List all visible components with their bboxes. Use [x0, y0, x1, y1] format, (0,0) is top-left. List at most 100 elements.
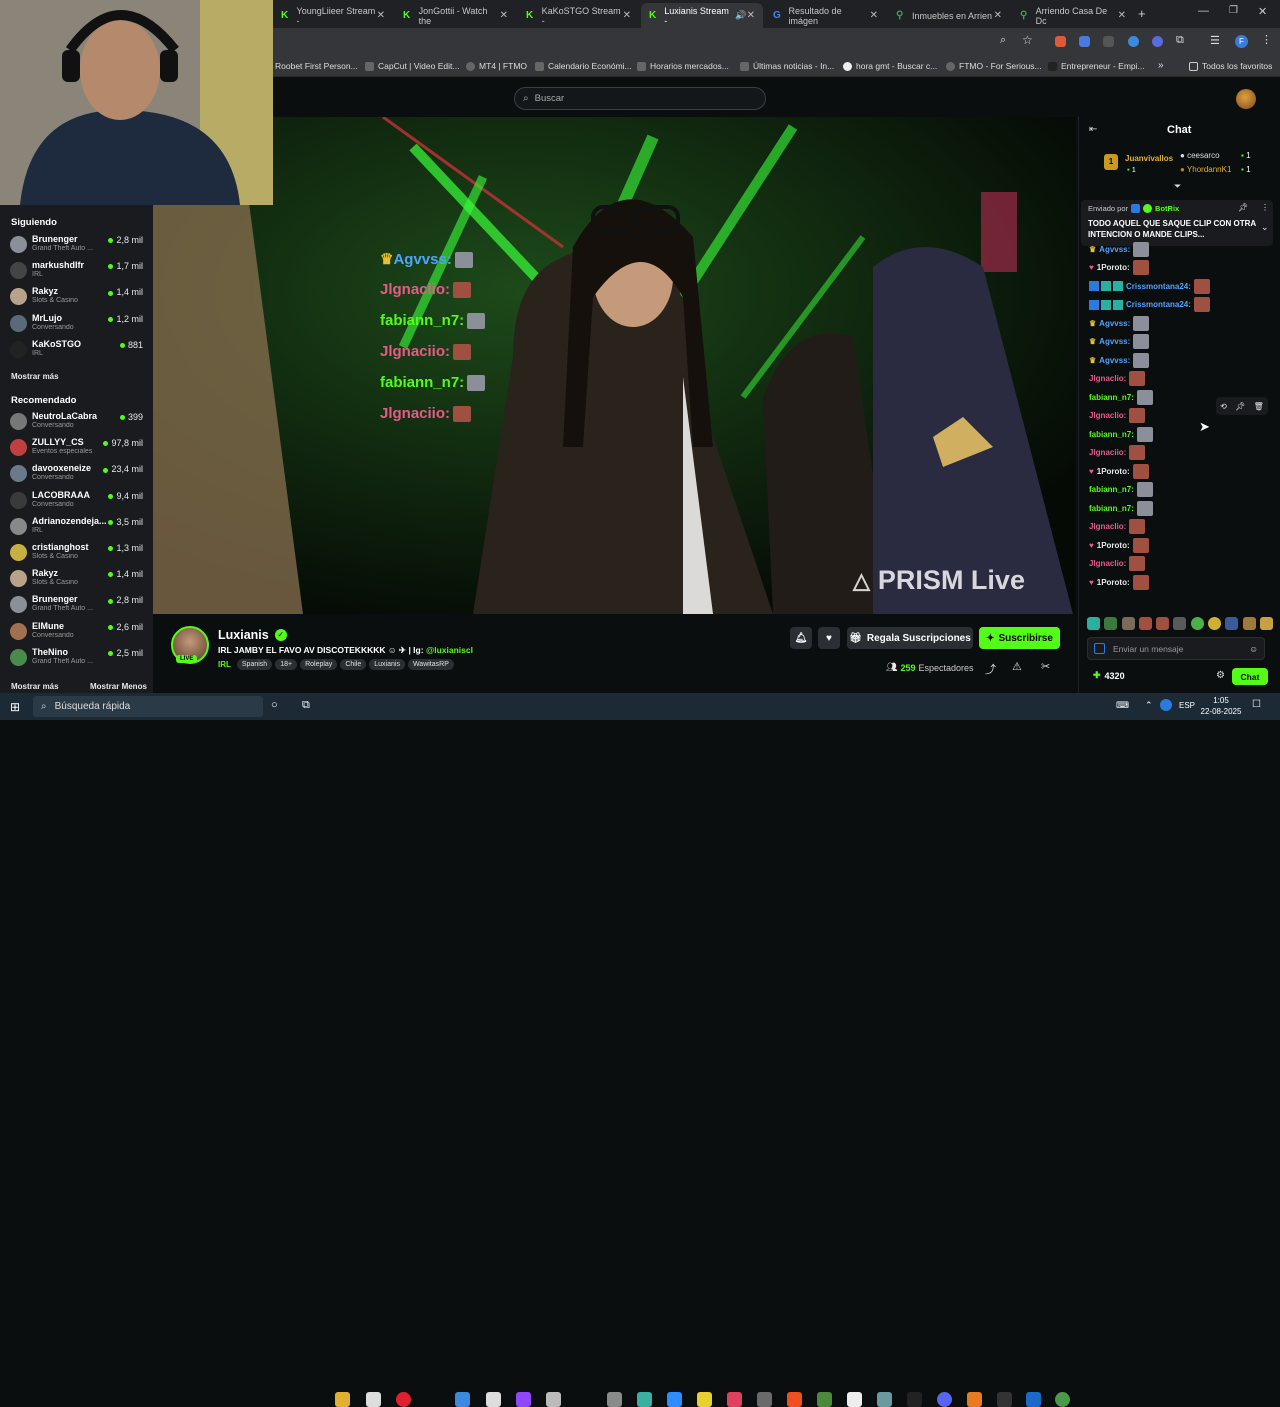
emote-icon[interactable]	[1087, 617, 1100, 630]
new-tab-icon[interactable]: +	[1138, 6, 1146, 21]
steam-icon[interactable]	[1026, 1392, 1041, 1407]
chat-settings-gear-icon[interactable]: ⚙	[1216, 670, 1225, 681]
browser-tab[interactable]: ⚲ Inmuebles en Arrien ✕	[888, 3, 1010, 28]
emote-icon[interactable]	[1121, 617, 1135, 630]
app-icon[interactable]	[455, 1392, 470, 1407]
chat-message[interactable]: ♛ Agvvss:	[1089, 240, 1150, 258]
zoom-search-icon[interactable]: ⌕	[1000, 34, 1006, 47]
bookmark-item[interactable]: Entrepreneur - Empi...	[1048, 61, 1145, 71]
translate-extension-icon[interactable]	[1079, 36, 1090, 47]
sidebar-channel-item[interactable]: Brunenger Grand Theft Auto ... 2,8 mil	[10, 233, 150, 259]
chat-username[interactable]: Crissmontana24:	[1126, 282, 1191, 291]
tag-chip[interactable]: 18+	[275, 659, 298, 670]
chat-username[interactable]: Crissmontana24:	[1126, 300, 1191, 309]
sidebar-channel-item[interactable]: Rakyz Slots & Casino 1,4 mil	[10, 567, 150, 593]
chat-message[interactable]: Jlgnaclio:	[1089, 518, 1146, 536]
opera-icon[interactable]	[396, 1392, 411, 1407]
browser-tab[interactable]: K JonGottii - Watch the ✕	[395, 3, 516, 28]
send-chat-button[interactable]: Chat	[1232, 668, 1268, 685]
leaderboard-user[interactable]: ceesarco	[1187, 151, 1219, 160]
chat-message[interactable]: fabiann_n7:	[1089, 499, 1153, 517]
show-less-button[interactable]: Mostrar Menos	[90, 682, 147, 691]
pin-message-icon[interactable]: 📌︎	[1235, 402, 1245, 411]
chat-message[interactable]: Jlgnaclio:	[1089, 555, 1146, 573]
share-icon[interactable]: ⤴	[985, 661, 996, 677]
keyboard-icon[interactable]: ⌨	[1116, 700, 1129, 711]
bookmark-item[interactable]: hora gmt - Buscar c...	[843, 61, 937, 71]
sticky-notes-icon[interactable]	[697, 1392, 712, 1407]
chat-message[interactable]: Jlgnaclio:	[1089, 407, 1146, 425]
chat-message[interactable]: fabiann_n7:	[1089, 388, 1153, 406]
clock-time[interactable]: 1:05	[1204, 696, 1238, 705]
close-tab-icon[interactable]: ✕	[1118, 10, 1126, 21]
app-icon[interactable]	[607, 1392, 622, 1407]
speaker-icon[interactable]: 🔊	[735, 10, 746, 21]
cortana-icon[interactable]: ○	[271, 699, 278, 711]
show-more-following-button[interactable]: Mostrar más	[11, 372, 59, 381]
instagram-handle-link[interactable]: @luxianiscl	[426, 645, 473, 655]
show-more-recommended-button[interactable]: Mostrar más	[11, 682, 59, 691]
discord-icon[interactable]	[937, 1392, 952, 1407]
browser-tab-active[interactable]: K Luxianis Stream - 🔊 ✕	[641, 3, 763, 28]
sidebar-channel-item[interactable]: Adrianozendeja... IRL 3,5 mil	[10, 515, 150, 541]
chat-username[interactable]: 1Poroto:	[1097, 467, 1130, 476]
channel-points[interactable]: ✚ 4320	[1093, 670, 1125, 681]
tag-chip[interactable]: Luxianis	[369, 659, 405, 670]
settings-gear-icon[interactable]	[546, 1392, 561, 1407]
emote-icon[interactable]	[1190, 617, 1204, 630]
app-icon[interactable]	[757, 1392, 772, 1407]
chat-username[interactable]: 1Poroto:	[1097, 263, 1130, 272]
bookmark-item[interactable]: Últimas noticias - In...	[740, 61, 834, 71]
chrome-icon[interactable]	[1055, 1392, 1070, 1407]
report-warning-icon[interactable]: ⚠	[1012, 660, 1022, 673]
all-bookmarks[interactable]: Todos los favoritos	[1189, 61, 1272, 71]
chat-message[interactable]: ♥ 1Poroto:	[1089, 536, 1149, 554]
emote-icon[interactable]	[1104, 617, 1118, 630]
emote-icon[interactable]	[1242, 617, 1256, 630]
chat-username[interactable]: fabiann_n7:	[1089, 430, 1134, 439]
leaderboard-user[interactable]: YhordannK1	[1187, 165, 1231, 174]
bookmark-item[interactable]: FTMO - For Serious...	[946, 61, 1042, 71]
emote-icon[interactable]	[1259, 617, 1273, 630]
browser-tab[interactable]: K KaKoSTGO Stream - ✕	[518, 3, 639, 28]
sidebar-channel-item[interactable]: Rakyz Slots & Casino 1,4 mil	[10, 285, 150, 311]
chevron-down-icon[interactable]: ⌄	[1261, 222, 1269, 233]
zoom-icon[interactable]	[667, 1392, 682, 1407]
twitch-icon[interactable]	[516, 1392, 531, 1407]
tag-chip[interactable]: Chile	[340, 659, 367, 670]
taskbar-search-input[interactable]: ⌕ Búsqueda rápida	[33, 696, 263, 717]
maps-icon[interactable]	[637, 1392, 652, 1407]
chat-username[interactable]: Jlgnaclio:	[1089, 522, 1126, 531]
gift-subscriptions-button[interactable]: 🎁︎ Regala Suscripciones	[847, 627, 973, 649]
expand-leaderboard-icon[interactable]: ⏷	[1174, 181, 1181, 192]
category-link[interactable]: IRL	[218, 660, 231, 669]
chat-username[interactable]: Agvvss:	[1099, 356, 1130, 365]
delete-icon[interactable]: 🗑︎	[1254, 402, 1264, 411]
tag-chip[interactable]: WawitasRP	[407, 659, 454, 670]
sidebar-channel-item[interactable]: cristianghost Slots & Casino 1,3 mil	[10, 541, 150, 567]
language-indicator[interactable]: ESP	[1179, 701, 1195, 710]
minecraft-icon[interactable]	[817, 1392, 832, 1407]
extension-icon[interactable]	[1103, 36, 1114, 47]
bookmark-item[interactable]: Roobet First Person...	[275, 61, 358, 71]
notepad-icon[interactable]	[486, 1392, 501, 1407]
pin-icon[interactable]: 📌︎	[1238, 203, 1248, 212]
browser-tab[interactable]: G Resultado de imágen ✕	[765, 3, 886, 28]
chat-username[interactable]: 1Poroto:	[1097, 541, 1130, 550]
chat-username[interactable]: fabiann_n7:	[1089, 485, 1134, 494]
sidebar-channel-item[interactable]: ElMune Conversando 2,6 mil	[10, 620, 150, 646]
sidebar-channel-item[interactable]: Brunenger Grand Theft Auto ... 2,8 mil	[10, 593, 150, 619]
chat-message[interactable]: Jlgnaciio:	[1089, 444, 1146, 462]
chat-message[interactable]: ♥ 1Poroto:	[1089, 462, 1149, 480]
collapse-chat-icon[interactable]: ⇤	[1089, 124, 1097, 135]
task-view-icon[interactable]: ⧉	[302, 699, 310, 712]
browser-tab[interactable]: K YoungLiieer Stream - ✕	[273, 3, 393, 28]
chat-message[interactable]: fabiann_n7:	[1089, 481, 1153, 499]
close-tab-icon[interactable]: ✕	[870, 10, 878, 21]
tag-chip[interactable]: Spanish	[236, 659, 273, 670]
profile-avatar-icon[interactable]: F	[1235, 35, 1248, 48]
chat-message[interactable]: ♥ 1Poroto:	[1089, 573, 1149, 591]
emoji-picker-icon[interactable]: ☺	[1249, 644, 1258, 654]
more-options-icon[interactable]: ⋮	[1261, 203, 1269, 212]
extension-icon[interactable]	[1152, 36, 1163, 47]
